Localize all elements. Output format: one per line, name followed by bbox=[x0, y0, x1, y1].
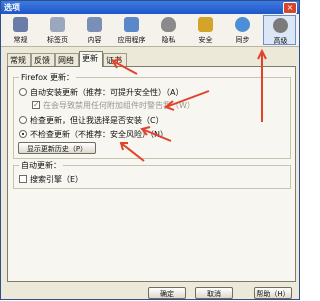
tab-general[interactable]: 常规 bbox=[7, 53, 31, 66]
gear-icon bbox=[273, 18, 288, 33]
pane-security[interactable]: 安全 bbox=[189, 15, 222, 45]
preferences-toolbar: 常规 标签页 内容 应用程序 隐私 安全 同步 高级 bbox=[1, 14, 299, 47]
content-icon bbox=[87, 17, 102, 32]
pane-privacy-label: 隐私 bbox=[161, 36, 176, 44]
tab-certificates[interactable]: 证书 bbox=[103, 53, 127, 66]
auto-update-title: 自动更新： bbox=[19, 160, 63, 171]
pane-security-label: 安全 bbox=[198, 36, 213, 44]
pane-advanced[interactable]: 高级 bbox=[263, 15, 296, 45]
pane-tabs-label: 标签页 bbox=[47, 36, 68, 44]
auto-install-radio[interactable] bbox=[19, 88, 27, 96]
never-check-radio[interactable] bbox=[19, 130, 27, 138]
pane-content[interactable]: 内容 bbox=[78, 15, 111, 45]
switch-icon bbox=[13, 17, 28, 32]
pane-content-label: 内容 bbox=[87, 36, 102, 44]
pane-tabs[interactable]: 标签页 bbox=[41, 15, 74, 45]
applications-icon bbox=[124, 17, 139, 32]
sync-icon bbox=[235, 17, 250, 32]
ok-button[interactable]: 确定 bbox=[148, 287, 186, 299]
arrow-to-advanced-pane-head bbox=[257, 48, 267, 60]
pane-applications-label: 应用程序 bbox=[117, 36, 146, 44]
warn-addons-checkbox[interactable] bbox=[32, 100, 40, 109]
never-check-label: 不检查更新（不推荐：安全风险）（N） bbox=[30, 130, 168, 139]
search-engines-label: 搜索引擎（E） bbox=[30, 175, 84, 184]
tab-update[interactable]: 更新 bbox=[79, 51, 103, 67]
pane-general-label: 常规 bbox=[13, 36, 28, 44]
tab-feedback[interactable]: 反馈 bbox=[31, 53, 55, 66]
tabs-icon bbox=[50, 17, 65, 32]
pane-applications[interactable]: 应用程序 bbox=[115, 15, 148, 45]
auto-update-group: 自动更新： 搜索引擎（E） bbox=[13, 160, 291, 189]
show-history-button[interactable]: 显示更新历史（P） bbox=[18, 142, 96, 154]
cancel-button[interactable]: 取消 bbox=[195, 287, 233, 299]
warn-addons-label: 在会导致禁用任何附加组件时警告我（W） bbox=[43, 101, 195, 110]
update-panel: Firefox 更新： 自动安装更新（推荐：可提升安全性）（A） 在会导致禁用任… bbox=[7, 66, 296, 282]
close-button[interactable]: × bbox=[283, 2, 297, 14]
pane-privacy[interactable]: 隐私 bbox=[152, 15, 185, 45]
options-window: 选项 × 常规 标签页 内容 应用程序 隐私 安全 同步 高级 常规 反馈 网络… bbox=[0, 0, 300, 300]
pane-sync[interactable]: 同步 bbox=[226, 15, 259, 45]
pane-general[interactable]: 常规 bbox=[4, 15, 37, 45]
window-title: 选项 bbox=[4, 3, 20, 12]
check-only-label: 检查更新，但让我选择是否安装（C） bbox=[30, 116, 164, 125]
check-only-radio[interactable] bbox=[19, 116, 27, 124]
title-bar: 选项 × bbox=[1, 1, 299, 14]
pane-advanced-label: 高级 bbox=[273, 37, 288, 45]
search-engines-checkbox[interactable] bbox=[19, 175, 27, 183]
firefox-updates-title: Firefox 更新： bbox=[19, 72, 77, 83]
firefox-updates-group: Firefox 更新： 自动安装更新（推荐：可提升安全性）（A） 在会导致禁用任… bbox=[13, 72, 291, 159]
auto-install-label: 自动安装更新（推荐：可提升安全性）（A） bbox=[30, 88, 184, 97]
tab-network[interactable]: 网络 bbox=[55, 53, 79, 66]
pane-sync-label: 同步 bbox=[235, 36, 250, 44]
lock-icon bbox=[198, 17, 213, 32]
help-button[interactable]: 帮助（H） bbox=[254, 287, 292, 299]
mask-icon bbox=[161, 17, 176, 32]
